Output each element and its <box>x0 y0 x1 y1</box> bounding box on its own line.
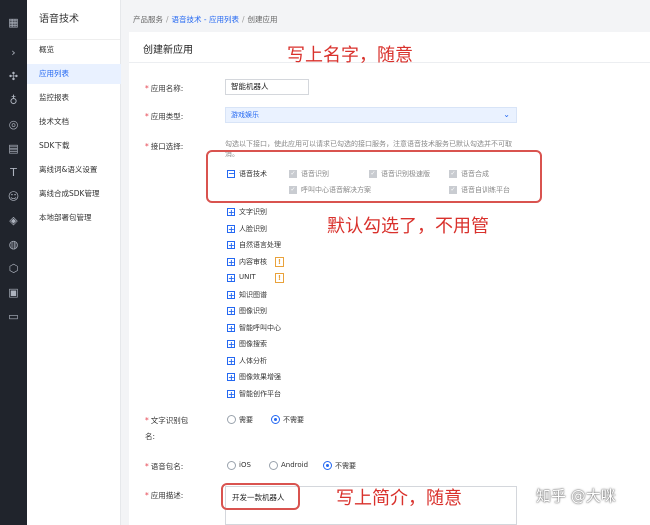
api-group-label: 知识图谱 <box>239 290 267 299</box>
tag-icon[interactable]: ◈ <box>7 214 20 227</box>
app-type-select[interactable]: 游戏娱乐 ⌄ <box>225 107 517 123</box>
api-group-expand-checkbox[interactable]: + <box>227 307 235 316</box>
main-area: 产品服务 / 语音技术 - 应用列表 / 创建应用 创建新应用 * 应用名称: 智能机器人… <box>121 0 650 525</box>
api-group-expand-checkbox[interactable]: + <box>227 224 235 233</box>
face-icon[interactable]: ☺ <box>7 190 20 203</box>
sidebar-item-monitor[interactable]: 监控报表 <box>27 88 121 108</box>
sidebar-item-overview[interactable]: 概览 <box>27 40 121 60</box>
box-icon[interactable]: ▭ <box>7 310 20 323</box>
sidebar-item-sdk[interactable]: SDK下载 <box>27 136 121 156</box>
api-group-expand-checkbox[interactable]: + <box>227 208 235 217</box>
ocr-pkg-label: * 文字识别包名: <box>145 416 189 441</box>
type-label: * 应用类型: <box>145 112 184 121</box>
mic-icon[interactable]: ♁ <box>7 94 20 107</box>
api-group-expand-checkbox[interactable]: + <box>227 323 235 332</box>
grid-icon[interactable]: ▦ <box>7 16 20 29</box>
breadcrumb: 产品服务 / 语音技术 - 应用列表 / 创建应用 <box>133 15 278 24</box>
hexagon-icon[interactable]: ⬡ <box>7 262 20 275</box>
voice-ios-label: iOS <box>239 461 251 469</box>
warning-icon: ! <box>275 256 284 267</box>
api-group-expand-checkbox[interactable]: + <box>227 241 235 250</box>
ocr-no-need-label: 不需要 <box>283 416 304 424</box>
sidebar-item-offline-tts[interactable]: 离线合成SDK管理 <box>27 184 121 204</box>
annotation-default-note: 默认勾选了，不用管 <box>327 216 489 237</box>
voice-android-radio[interactable] <box>269 461 278 470</box>
node-icon[interactable]: ✣ <box>7 70 20 83</box>
api-group-label: 图像搜索 <box>239 340 267 348</box>
form-panel: 创建新应用 * 应用名称: 智能机器人 * 应用类型: 游戏娱乐 ⌄ * 接口选择: 勾… <box>129 32 650 525</box>
name-label: * 应用名称: <box>145 84 184 93</box>
breadcrumb-root[interactable]: 产品服务 <box>133 15 163 24</box>
globe-icon[interactable]: ◎ <box>7 118 20 131</box>
sidebar-item-app-list[interactable]: 应用列表 <box>27 64 121 84</box>
sidebar: 语音技术 概览 应用列表 监控报表 技术文档 SDK下载 离线词&语义设置 离线… <box>27 0 121 525</box>
api-group-label: 图像识别 <box>239 307 267 315</box>
breadcrumb-link[interactable]: 语音技术 - 应用列表 <box>172 15 239 24</box>
breadcrumb-current: 创建应用 <box>247 15 278 24</box>
chevron-right-icon[interactable]: › <box>7 46 20 59</box>
voice-ios-radio[interactable] <box>227 461 236 470</box>
watermark: 知乎 @大咪 <box>536 487 616 505</box>
api-label: * 接口选择: <box>145 142 184 151</box>
api-group-label: 智能创作平台 <box>239 389 281 398</box>
annotation-desc-note: 写上简介，随意 <box>336 488 462 509</box>
api-group-label: 人脸识别 <box>239 224 267 233</box>
ocr-need-label: 需要 <box>239 416 253 424</box>
voice-pkg-label: * 语音包名: <box>145 462 184 471</box>
sidebar-item-local-deploy[interactable]: 本地部署包管理 <box>27 208 121 228</box>
api-group-expand-checkbox[interactable]: + <box>227 389 235 398</box>
api-group-label: 智能呼叫中心 <box>239 323 281 332</box>
ocr-need-radio[interactable] <box>227 415 236 424</box>
api-group-expand-checkbox[interactable]: + <box>227 290 235 299</box>
api-group-label: 人体分析 <box>239 356 267 365</box>
ocr-no-need-radio[interactable] <box>271 415 280 424</box>
api-group-label: 内容审核 <box>239 257 267 266</box>
text-icon[interactable]: T <box>7 166 20 179</box>
annotation-box-default <box>206 150 542 203</box>
sidebar-item-docs[interactable]: 技术文档 <box>27 112 121 132</box>
voice-no-need-label: 不需要 <box>335 462 356 470</box>
api-group-expand-checkbox[interactable]: + <box>227 340 235 349</box>
image-icon[interactable]: ▣ <box>7 286 20 299</box>
api-group-expand-checkbox[interactable]: + <box>227 356 235 365</box>
annotation-box-desc <box>221 483 300 510</box>
api-group-expand-checkbox[interactable]: + <box>227 274 235 283</box>
sidebar-title: 语音技术 <box>27 0 120 40</box>
api-group-label: 自然语言处理 <box>239 241 281 249</box>
document-icon[interactable]: ▤ <box>7 142 20 155</box>
api-group-expand-checkbox[interactable]: + <box>227 373 235 382</box>
desc-label: * 应用描述: <box>145 491 184 500</box>
voice-android-label: Android <box>281 461 309 469</box>
voice-no-need-radio[interactable] <box>323 461 332 470</box>
icon-rail: ▦ › ✣ ♁ ◎ ▤ T ☺ ◈ ◍ ⬡ ▣ ▭ <box>0 0 27 525</box>
page-title: 创建新应用 <box>143 45 193 56</box>
api-group-expand-checkbox[interactable]: + <box>227 257 235 266</box>
api-group-label: 图像效果增强 <box>239 373 281 381</box>
annotation-name-note: 写上名字，随意 <box>287 45 413 66</box>
app-name-input[interactable]: 智能机器人 <box>225 79 309 95</box>
api-group-label: UNIT <box>239 273 256 281</box>
car-icon[interactable]: ◍ <box>7 238 20 251</box>
api-group-label: 文字识别 <box>239 208 267 216</box>
warning-icon: ! <box>275 273 284 283</box>
sidebar-item-offline-words[interactable]: 离线词&语义设置 <box>27 160 121 180</box>
chevron-down-icon: ⌄ <box>503 110 510 119</box>
